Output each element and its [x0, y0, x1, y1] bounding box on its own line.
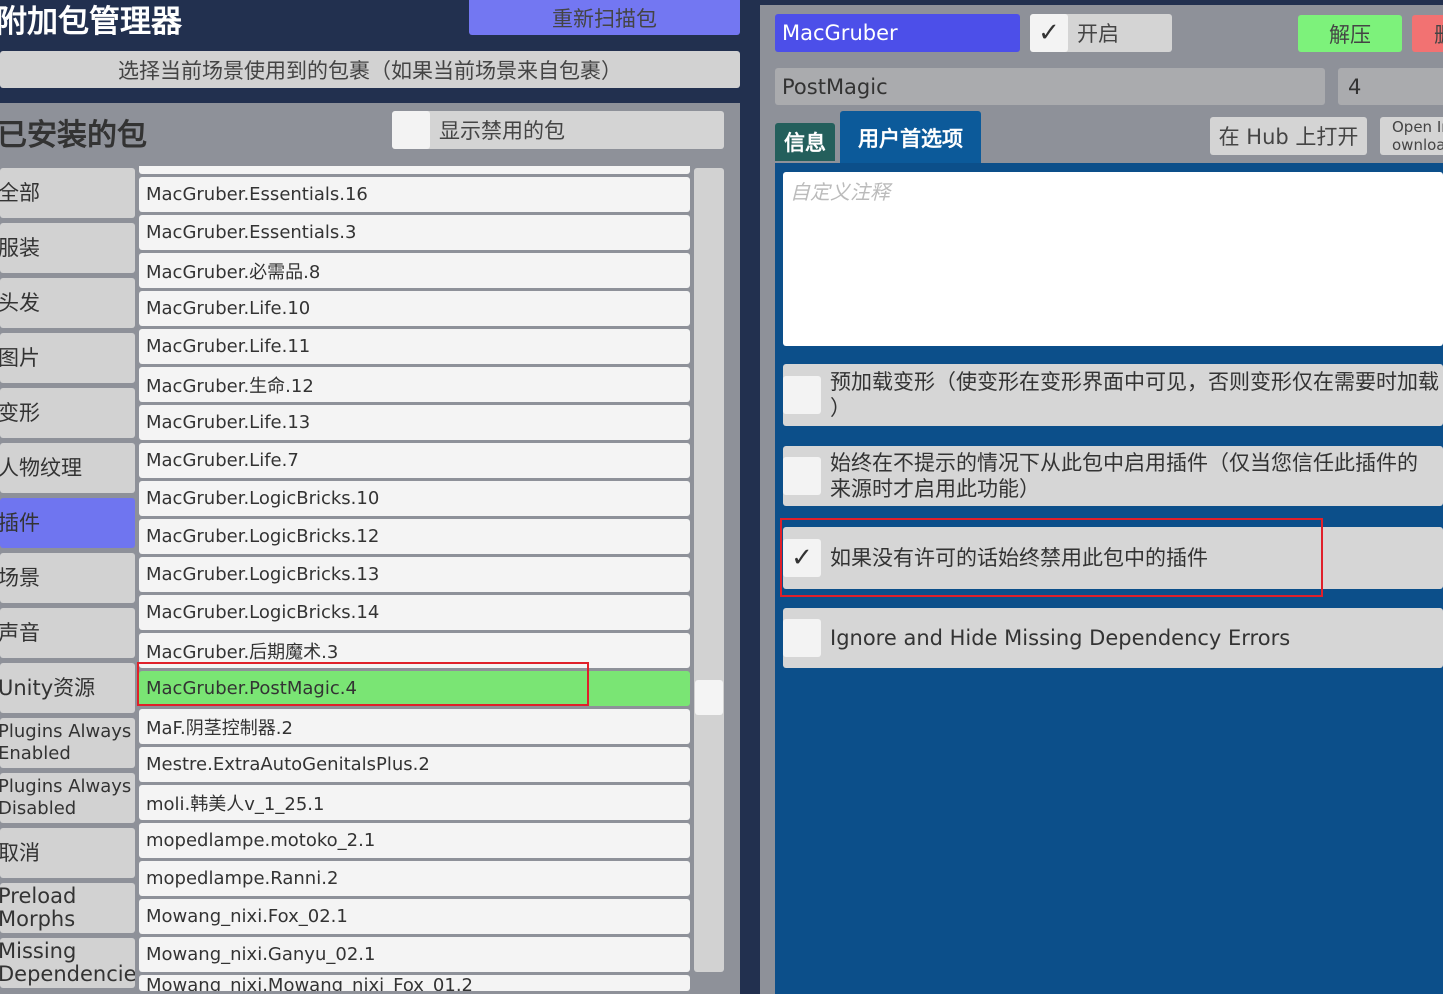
package-list-item[interactable]: MacGruber.Essentials.16	[139, 177, 690, 212]
checkbox[interactable]	[392, 111, 430, 149]
category-label: Plugins Always Enabled	[0, 721, 132, 764]
category-label: Preload Morphs	[0, 884, 77, 931]
category-item[interactable]: Unity资源	[0, 663, 135, 713]
preference-option[interactable]: Ignore and Hide Missing Dependency Error…	[783, 608, 1443, 668]
category-item[interactable]: 声音	[0, 608, 135, 658]
installed-packages-title: 已安装的包	[0, 118, 147, 153]
package-list-scrollbar[interactable]	[694, 168, 724, 972]
select-scene-packages-button[interactable]: 选择当前场景使用到的包裹（如果当前场景来自包裹）	[0, 51, 740, 88]
package-list-item[interactable]: MacGruber.LogicBricks.13	[139, 557, 690, 592]
rescan-packages-button[interactable]: 重新扫描包	[469, 0, 740, 35]
enabled-toggle[interactable]: ✓ 开启	[1030, 14, 1172, 52]
page-title: 附加包管理器	[0, 4, 182, 40]
delete-button[interactable]: 删	[1412, 15, 1443, 52]
category-item[interactable]: Plugins Always Enabled	[0, 718, 135, 768]
package-list-item[interactable]: MacGruber.Essentials.3	[139, 215, 690, 250]
package-list-item[interactable]: mopedlampe.Ranni.2	[139, 861, 690, 896]
checkbox[interactable]	[783, 619, 821, 657]
category-item[interactable]: 取消	[0, 828, 135, 878]
package-list-item[interactable]: Mowang_nixi.Mowang_nixi_Fox_01.2	[139, 975, 690, 991]
custom-notes-textarea[interactable]: 自定义注释	[783, 172, 1443, 346]
creator-field[interactable]: MacGruber	[775, 14, 1020, 52]
package-list-item[interactable]: MaF.阴茎控制器.2	[139, 709, 690, 744]
category-item[interactable]: 服装	[0, 223, 135, 273]
preference-option[interactable]: 预加载变形（使变形在变形界面中可见，否则变形仅在需要时加载 ）	[783, 364, 1443, 426]
scrollbar-thumb[interactable]	[695, 680, 723, 715]
option-label: Ignore and Hide Missing Dependency Error…	[830, 626, 1291, 650]
checkbox[interactable]	[783, 457, 821, 495]
package-list-item[interactable]: MacGruber.Life.7	[139, 443, 690, 478]
category-label: Unity资源	[0, 675, 96, 700]
show-disabled-toggle[interactable]: 显示禁用的包	[392, 111, 724, 149]
package-list-item[interactable]: moli.韩美人v_1_25.1	[139, 785, 690, 820]
package-list-item[interactable]: MacGruber.LogicBricks.14	[139, 595, 690, 630]
enabled-label: 开启	[1077, 22, 1119, 46]
check-icon[interactable]: ✓	[1030, 14, 1068, 52]
category-item[interactable]: 插件	[0, 498, 135, 548]
category-item[interactable]: 全部	[0, 168, 135, 218]
category-item[interactable]: Plugins Always Disabled	[0, 773, 135, 823]
highlight-disable-plugins-option	[780, 518, 1323, 597]
version-field: 4	[1338, 68, 1443, 105]
show-disabled-label: 显示禁用的包	[439, 119, 565, 143]
open-on-hub-button[interactable]: 在 Hub 上打开	[1210, 117, 1367, 155]
category-label: 头发	[0, 290, 40, 315]
category-item[interactable]: 头发	[0, 278, 135, 328]
package-list-item[interactable]: MacGruber.必需品.8	[139, 253, 690, 288]
package-list-item[interactable]: MacGruber.Life.11	[139, 329, 690, 364]
extract-button[interactable]: 解压	[1298, 15, 1402, 52]
tab-user-preferences[interactable]: 用户首选项	[840, 111, 981, 164]
category-item[interactable]: 变形	[0, 388, 135, 438]
category-label: 场景	[0, 565, 40, 590]
category-label: 图片	[0, 345, 40, 370]
category-item[interactable]: 场景	[0, 553, 135, 603]
package-list-item[interactable]: mopedlampe.motoko_2.1	[139, 823, 690, 858]
option-label: 始终在不提示的情况下从此包中启用插件（仅当您信任此插件的 来源时才启用此功能）	[830, 451, 1418, 501]
category-label: 全部	[0, 180, 40, 205]
list-item-partial	[139, 166, 690, 174]
category-label: 服装	[0, 235, 40, 260]
category-label: Missing Dependencies	[0, 939, 135, 986]
package-list-item[interactable]: MacGruber.LogicBricks.12	[139, 519, 690, 554]
category-label: 人物纹理	[0, 455, 82, 480]
option-label: 预加载变形（使变形在变形界面中可见，否则变形仅在需要时加载 ）	[830, 370, 1439, 420]
category-label: 声音	[0, 620, 40, 645]
highlight-selected-package	[137, 662, 589, 706]
package-list-item[interactable]: MacGruber.Life.10	[139, 291, 690, 326]
package-list-item[interactable]: MacGruber.LogicBricks.10	[139, 481, 690, 516]
category-item[interactable]: Missing Dependencies	[0, 938, 135, 988]
package-list-item[interactable]: Mestre.ExtraAutoGenitalsPlus.2	[139, 747, 690, 782]
checkbox[interactable]	[783, 376, 821, 414]
package-list-item[interactable]: MacGruber.Life.13	[139, 405, 690, 440]
tab-info[interactable]: 信息	[775, 123, 835, 161]
category-label: 取消	[0, 840, 40, 865]
category-label: 变形	[0, 400, 40, 425]
package-name-field: PostMagic	[775, 68, 1325, 105]
package-list-item[interactable]: Mowang_nixi.Fox_02.1	[139, 899, 690, 934]
category-label: 插件	[0, 510, 40, 535]
package-list-item[interactable]: Mowang_nixi.Ganyu_02.1	[139, 937, 690, 972]
category-label: Plugins Always Disabled	[0, 776, 132, 819]
package-list-item[interactable]: MacGruber.生命.12	[139, 367, 690, 402]
category-item[interactable]: Preload Morphs	[0, 883, 135, 933]
category-item[interactable]: 人物纹理	[0, 443, 135, 493]
category-item[interactable]: 图片	[0, 333, 135, 383]
open-in-download-button[interactable]: Open In Download	[1380, 117, 1443, 155]
preference-option[interactable]: 始终在不提示的情况下从此包中启用插件（仅当您信任此插件的 来源时才启用此功能）	[783, 446, 1443, 506]
